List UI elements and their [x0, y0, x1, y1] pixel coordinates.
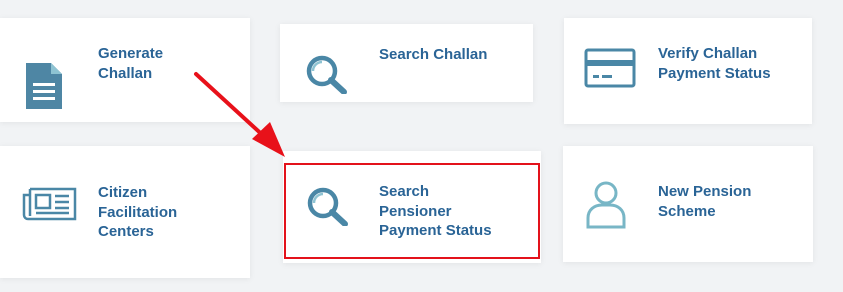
search-icon [306, 55, 347, 94]
document-icon [26, 63, 62, 109]
tile-new-pension[interactable]: New Pension Scheme [563, 146, 813, 262]
tile-label: Generate Challan [98, 45, 164, 82]
user-icon [586, 181, 626, 229]
tile-label: Citizen Facilitation Centers [98, 184, 178, 240]
credit-card-icon [584, 48, 636, 88]
tile-label: New Pension Scheme [658, 183, 752, 220]
tile-generate-challan[interactable]: Generate Challan [0, 18, 250, 122]
tile-label: Search Pensioner Payment Status [379, 183, 492, 239]
newspaper-icon [22, 187, 77, 221]
tile-search-pensioner[interactable]: Search Pensioner Payment Status [283, 151, 541, 263]
tile-citizen-facilitation[interactable]: Citizen Facilitation Centers [0, 146, 250, 278]
tile-search-challan[interactable]: Search Challan [280, 24, 533, 102]
tile-label: Verify Challan Payment Status [658, 45, 771, 82]
tile-verify-challan[interactable]: Verify Challan Payment Status [564, 18, 812, 124]
tile-label: Search Challan [379, 46, 488, 63]
search-icon [307, 187, 348, 226]
